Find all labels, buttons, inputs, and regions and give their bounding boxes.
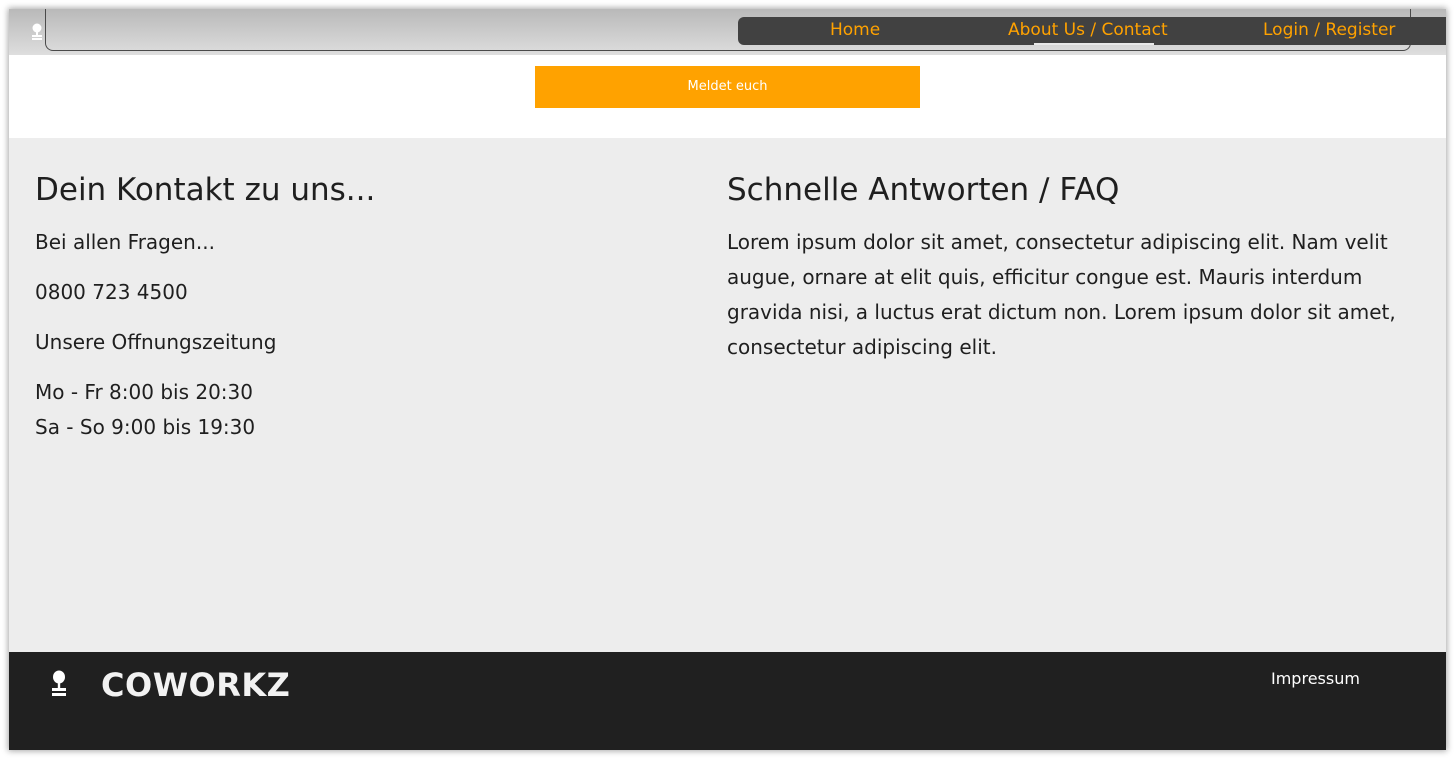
meldet-euch-button[interactable]: Meldet euch [535, 66, 920, 108]
faq-text: Lorem ipsum dolor sit amet, consectetur … [727, 230, 1396, 359]
main-content: Dein Kontakt zu uns... Bei allen Fragen.… [9, 138, 1446, 652]
opening-hours-weekend: Sa - So 9:00 bis 19:30 [35, 415, 256, 439]
office-chair-icon [52, 670, 66, 696]
page: Home About Us / Contact Login / Register… [9, 9, 1446, 750]
active-nav-indicator [1034, 43, 1154, 45]
nav-home-link[interactable]: Home [830, 20, 880, 40]
impressum-link[interactable]: Impressum [1271, 669, 1360, 688]
contact-intro: Bei allen Fragen... [35, 230, 215, 254]
opening-hours-heading: Unsere Offnungszeitung [35, 330, 277, 354]
brand-name[interactable]: COWORKZ [101, 666, 290, 704]
header: Home About Us / Contact Login / Register [9, 9, 1446, 55]
nav-about-contact-link[interactable]: About Us / Contact [1008, 20, 1168, 40]
faq-heading: Schnelle Antworten / FAQ [727, 172, 1120, 208]
nav-login-register-link[interactable]: Login / Register [1263, 20, 1395, 40]
main-nav: Home About Us / Contact Login / Register [738, 17, 1446, 45]
contact-section: Dein Kontakt zu uns... Bei allen Fragen.… [35, 170, 675, 445]
footer: COWORKZ Impressum [9, 652, 1446, 750]
office-chair-icon[interactable] [30, 23, 44, 41]
opening-hours-weekdays: Mo - Fr 8:00 bis 20:30 [35, 380, 253, 404]
faq-section: Schnelle Antworten / FAQ Lorem ipsum dol… [727, 170, 1427, 365]
contact-phone: 0800 723 4500 [35, 280, 188, 304]
contact-heading: Dein Kontakt zu uns... [35, 172, 376, 208]
banner: Meldet euch [9, 55, 1446, 138]
